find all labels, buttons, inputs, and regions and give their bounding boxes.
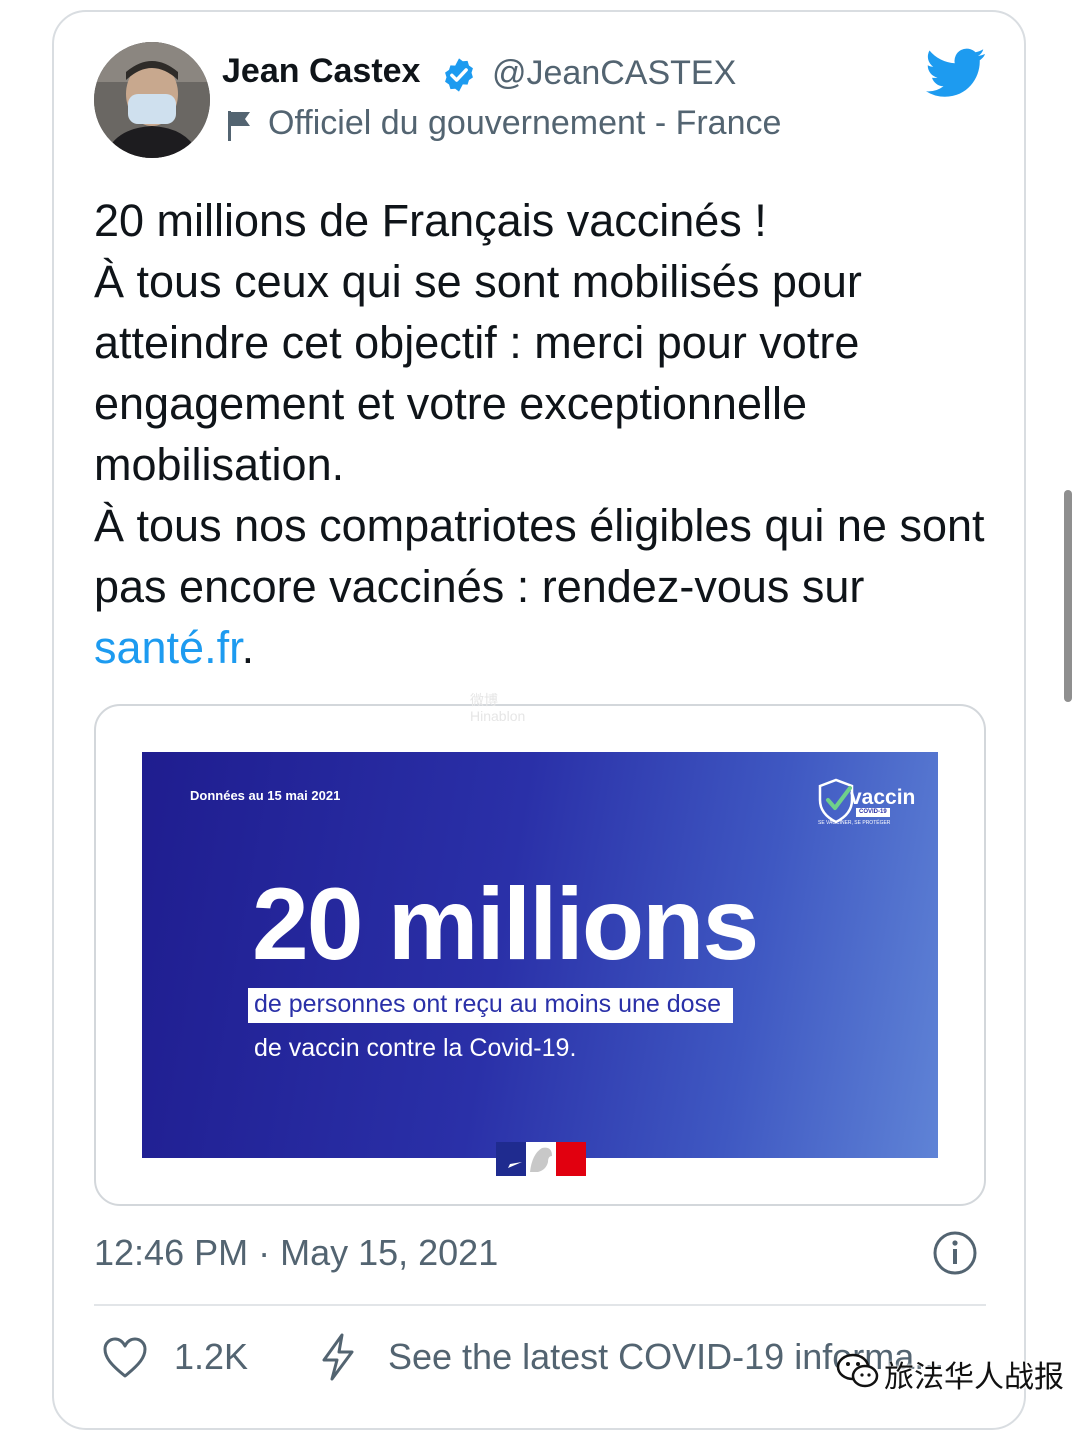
- flag-icon: [228, 111, 250, 141]
- tweet-text-paragraph-3: À tous nos compatriotes éligibles qui ne…: [94, 495, 994, 678]
- author-handle[interactable]: @JeanCASTEX: [492, 54, 736, 93]
- tweet-text-line-1: 20 millions de Français vaccinés !: [94, 195, 767, 246]
- banner-headline: 20 millions: [252, 867, 759, 981]
- author-name[interactable]: Jean Castex: [222, 52, 420, 91]
- banner-second-line: de vaccin contre la Covid-19.: [254, 1034, 577, 1062]
- scrollbar[interactable]: [1064, 490, 1072, 702]
- banner-date-label: Données au 15 mai 2021: [190, 788, 341, 803]
- vaccin-logo-word: vaccin: [850, 786, 916, 809]
- sante-fr-link[interactable]: santé.fr: [94, 622, 242, 673]
- tweet-timestamp[interactable]: 12:46 PM · May 15, 2021: [94, 1232, 498, 1274]
- wechat-account-watermark: 旅法华人战报: [884, 1361, 1064, 1394]
- avatar[interactable]: [94, 42, 210, 158]
- vaccin-logo-slogan: SE VACCINER, SE PROTÉGER: [818, 820, 891, 826]
- twitter-bird-icon[interactable]: [926, 48, 986, 98]
- watermark: 微博 Hinablon: [470, 692, 525, 724]
- verified-badge-icon: [445, 58, 473, 92]
- divider: [94, 1304, 986, 1306]
- info-icon[interactable]: [932, 1230, 978, 1276]
- like-count[interactable]: 1.2K: [174, 1336, 248, 1378]
- tweet-text: 20 millions de Français vaccinés ! À tou…: [94, 190, 994, 678]
- republique-francaise-logo: [496, 1142, 586, 1176]
- tweet-text-paragraph-3-suffix: .: [241, 622, 255, 673]
- tweet-text-paragraph-2: À tous ceux qui se sont mobilisés pour a…: [94, 256, 862, 490]
- vaccination-banner-image[interactable]: Données au 15 mai 2021 vaccin COVID-19 S…: [142, 752, 938, 1158]
- tweet-text-paragraph-3-prefix: À tous nos compatriotes éligibles qui ne…: [94, 500, 985, 612]
- heart-icon[interactable]: [102, 1336, 148, 1380]
- banner-highlight-line: de personnes ont reçu au moins une dose: [248, 988, 733, 1023]
- vaccin-logo-badge: COVID-19: [856, 808, 890, 817]
- government-affiliation-label: Officiel du gouvernement - France: [268, 104, 782, 142]
- watermark-line-2: Hinablon: [470, 708, 526, 724]
- avatar-photo: [94, 42, 210, 158]
- watermark-line-1: 微博: [470, 692, 498, 708]
- wechat-icon: [836, 1353, 879, 1388]
- bolt-icon: [322, 1333, 354, 1381]
